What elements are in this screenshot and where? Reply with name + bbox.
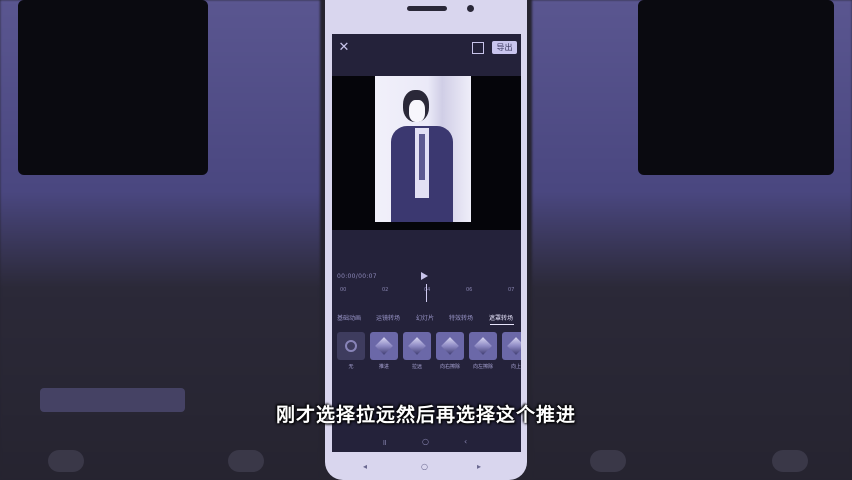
- timeline-tick: 02: [382, 287, 389, 293]
- tab-effect-transition[interactable]: 特效转场: [449, 313, 473, 322]
- system-back-icon[interactable]: ▸: [477, 462, 481, 471]
- background-nav-icon: [590, 450, 626, 472]
- tab-slideshow[interactable]: 幻灯片: [416, 313, 434, 322]
- effect-list: 无 推进 拉远 向右擦除 向左擦除 向上: [332, 332, 521, 372]
- editor-screen: ✕ 导出 00:00/00:07 00 02 04 06 07 基础动画 运镜转…: [332, 34, 521, 452]
- preview-image: [375, 76, 471, 222]
- timecode: 00:00/00:07: [337, 273, 377, 280]
- subtitle-caption: 刚才选择拉远然后再选择这个推进: [275, 404, 576, 426]
- background-nav-icon: [772, 450, 808, 472]
- timeline-tick: 00: [340, 287, 347, 293]
- video-preview[interactable]: [332, 76, 521, 230]
- playhead[interactable]: [426, 284, 427, 302]
- system-menu-icon[interactable]: ◂: [363, 462, 367, 471]
- effect-thumb-icon: [408, 337, 426, 355]
- active-tab-indicator: [490, 324, 514, 325]
- effect-none[interactable]: [337, 332, 365, 360]
- effect-label: 推进: [378, 364, 389, 370]
- phone-system-nav: ◂ ○ ▸: [325, 462, 527, 476]
- background-video-panel: [638, 0, 834, 175]
- effect-label: 向左擦除: [472, 364, 493, 370]
- timeline-tick: 07: [508, 287, 515, 293]
- effect-thumb-icon: [441, 337, 459, 355]
- effect-thumb-icon: [507, 337, 521, 355]
- tab-basic-animation[interactable]: 基础动画: [337, 313, 361, 322]
- nav-pause-icon[interactable]: ॥: [382, 437, 387, 448]
- editor-top-bar: ✕ 导出: [332, 34, 521, 62]
- effect-up[interactable]: [502, 332, 521, 360]
- timeline-tick: 06: [466, 287, 473, 293]
- person-face: [409, 100, 425, 122]
- tab-mask-transition[interactable]: 遮罩转场: [489, 313, 513, 322]
- speaker: [407, 6, 447, 11]
- export-button[interactable]: 导出: [492, 41, 517, 54]
- effect-label: 拉远: [411, 364, 422, 370]
- camera: [467, 5, 474, 12]
- person-tie: [419, 134, 425, 180]
- effect-push[interactable]: [370, 332, 398, 360]
- app-nav-bar: ॥ ○ ‹: [332, 432, 521, 452]
- effect-thumb-icon: [474, 337, 492, 355]
- effect-wipe-right[interactable]: [436, 332, 464, 360]
- effect-thumb-icon: [375, 337, 393, 355]
- system-home-icon[interactable]: ○: [421, 462, 428, 471]
- effect-label: 向上: [510, 364, 521, 370]
- tab-camera-transition[interactable]: 运镜转场: [376, 313, 400, 322]
- close-icon[interactable]: ✕: [337, 41, 351, 55]
- background-video-panel: [18, 0, 208, 175]
- effect-wipe-left[interactable]: [469, 332, 497, 360]
- timeline-tick: 04: [424, 287, 431, 293]
- play-icon[interactable]: [421, 272, 428, 280]
- effect-pull[interactable]: [403, 332, 431, 360]
- fullscreen-icon[interactable]: [472, 42, 484, 54]
- effect-label: 无: [348, 364, 354, 370]
- background-nav-icon: [48, 450, 84, 472]
- nav-back-icon[interactable]: ‹: [464, 437, 467, 446]
- background-nav-icon: [228, 450, 264, 472]
- nav-home-icon[interactable]: ○: [422, 437, 429, 446]
- effect-label: 向右擦除: [439, 364, 460, 370]
- none-icon: [345, 340, 357, 352]
